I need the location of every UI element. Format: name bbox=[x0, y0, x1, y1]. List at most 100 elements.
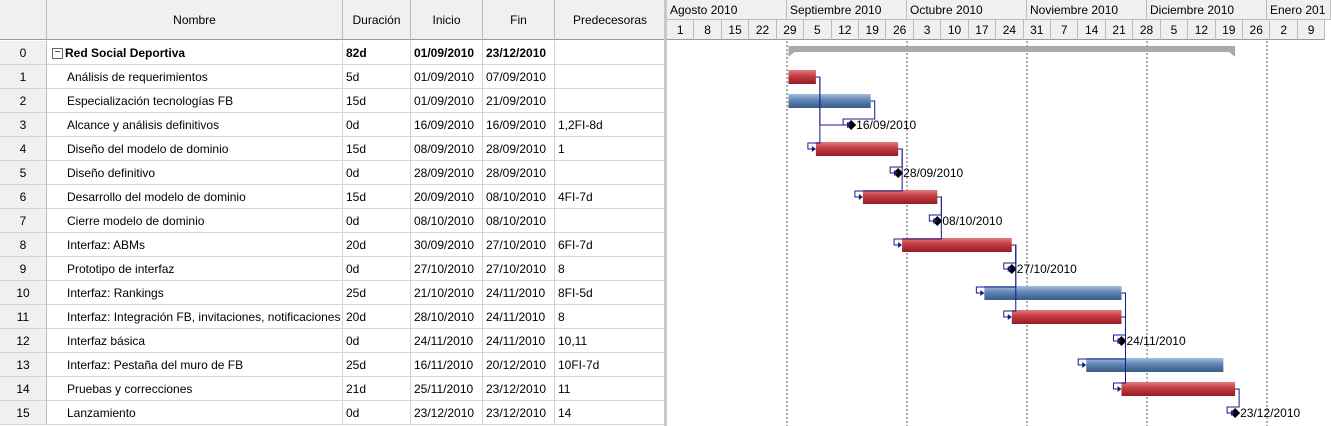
task-start[interactable]: 30/09/2010 bbox=[411, 233, 483, 257]
table-row[interactable]: 4 Diseño del modelo de dominio 15d 08/09/20… bbox=[0, 137, 666, 161]
task-predecessors[interactable] bbox=[555, 209, 666, 233]
task-end[interactable]: 24/11/2010 bbox=[483, 281, 555, 305]
task-name[interactable]: Pruebas y correcciones bbox=[47, 377, 343, 401]
task-end[interactable]: 28/09/2010 bbox=[483, 161, 555, 185]
task-start[interactable]: 27/10/2010 bbox=[411, 257, 483, 281]
task-name[interactable]: Interfaz: Pestaña del muro de FB bbox=[47, 353, 343, 377]
task-id[interactable]: 0 bbox=[0, 41, 47, 65]
column-header-predecesoras[interactable]: Predecesoras bbox=[555, 0, 666, 40]
task-end[interactable]: 24/11/2010 bbox=[483, 305, 555, 329]
task-predecessors[interactable] bbox=[555, 41, 666, 65]
column-header-duracion[interactable]: Duración bbox=[343, 0, 411, 40]
task-predecessors[interactable] bbox=[555, 161, 666, 185]
task-start[interactable]: 20/09/2010 bbox=[411, 185, 483, 209]
task-name[interactable]: Interfaz: Integración FB, invitaciones, … bbox=[47, 305, 343, 329]
table-row[interactable]: 14 Pruebas y correcciones 21d 25/11/2010 23/… bbox=[0, 377, 666, 401]
task-name[interactable]: Análisis de requerimientos bbox=[47, 65, 343, 89]
task-predecessors[interactable]: 11 bbox=[555, 377, 666, 401]
task-duration[interactable]: 0d bbox=[343, 401, 411, 425]
task-duration[interactable]: 25d bbox=[343, 353, 411, 377]
task-id[interactable]: 15 bbox=[0, 401, 47, 425]
task-start[interactable]: 24/11/2010 bbox=[411, 329, 483, 353]
task-start[interactable]: 16/11/2010 bbox=[411, 353, 483, 377]
task-start[interactable]: 01/09/2010 bbox=[411, 89, 483, 113]
table-row[interactable]: 10 Interfaz: Rankings 25d 21/10/2010 24/11/2… bbox=[0, 281, 666, 305]
task-duration[interactable]: 0d bbox=[343, 161, 411, 185]
column-header-inicio[interactable]: Inicio bbox=[411, 0, 483, 40]
task-duration[interactable]: 82d bbox=[343, 41, 411, 65]
task-duration[interactable]: 0d bbox=[343, 257, 411, 281]
table-row[interactable]: 5 Diseño definitivo 0d 28/09/2010 28/09/2010 bbox=[0, 161, 666, 185]
task-predecessors[interactable]: 8 bbox=[555, 305, 666, 329]
table-row[interactable]: 0− Red Social Deportiva 82d 01/09/2010 23/12… bbox=[0, 41, 666, 65]
task-duration[interactable]: 0d bbox=[343, 329, 411, 353]
task-duration[interactable]: 15d bbox=[343, 137, 411, 161]
task-name[interactable]: Desarrollo del modelo de dominio bbox=[47, 185, 343, 209]
task-name[interactable]: Diseño del modelo de dominio bbox=[47, 137, 343, 161]
task-name[interactable]: Alcance y análisis definitivos bbox=[47, 113, 343, 137]
task-id[interactable]: 9 bbox=[0, 257, 47, 281]
task-end[interactable]: 07/09/2010 bbox=[483, 65, 555, 89]
task-start[interactable]: 01/09/2010 bbox=[411, 41, 483, 65]
task-name[interactable]: Interfaz básica bbox=[47, 329, 343, 353]
task-id[interactable]: 14 bbox=[0, 377, 47, 401]
table-row[interactable]: 6 Desarrollo del modelo de dominio 15d 20/0… bbox=[0, 185, 666, 209]
task-duration[interactable]: 20d bbox=[343, 233, 411, 257]
task-end[interactable]: 21/09/2010 bbox=[483, 89, 555, 113]
task-start[interactable]: 28/09/2010 bbox=[411, 161, 483, 185]
table-row[interactable]: 7 Cierre modelo de dominio 0d 08/10/2010 08/… bbox=[0, 209, 666, 233]
task-name[interactable]: Diseño definitivo bbox=[47, 161, 343, 185]
task-predecessors[interactable]: 1,2FI-8d bbox=[555, 113, 666, 137]
task-id[interactable]: 6 bbox=[0, 185, 47, 209]
task-name[interactable]: Interfaz: ABMs bbox=[47, 233, 343, 257]
table-row[interactable]: 13 Interfaz: Pestaña del muro de FB 25d 16/… bbox=[0, 353, 666, 377]
task-predecessors[interactable] bbox=[555, 89, 666, 113]
task-start[interactable]: 08/10/2010 bbox=[411, 209, 483, 233]
table-row[interactable]: 11 Interfaz: Integración FB, invitaciones… bbox=[0, 305, 666, 329]
task-predecessors[interactable]: 14 bbox=[555, 401, 666, 425]
task-name[interactable]: Interfaz: Rankings bbox=[47, 281, 343, 305]
task-duration[interactable]: 0d bbox=[343, 113, 411, 137]
task-end[interactable]: 23/12/2010 bbox=[483, 377, 555, 401]
table-row[interactable]: 3 Alcance y análisis definitivos 0d 16/09/2… bbox=[0, 113, 666, 137]
task-id[interactable]: 12 bbox=[0, 329, 47, 353]
column-header-fin[interactable]: Fin bbox=[483, 0, 555, 40]
task-end[interactable]: 08/10/2010 bbox=[483, 185, 555, 209]
table-row[interactable]: 1 Análisis de requerimientos 5d 01/09/2010 0… bbox=[0, 65, 666, 89]
task-start[interactable]: 01/09/2010 bbox=[411, 65, 483, 89]
task-predecessors[interactable]: 10FI-7d bbox=[555, 353, 666, 377]
task-end[interactable]: 08/10/2010 bbox=[483, 209, 555, 233]
table-row[interactable]: 12 Interfaz básica 0d 24/11/2010 24/11/2010 1… bbox=[0, 329, 666, 353]
task-duration[interactable]: 15d bbox=[343, 89, 411, 113]
task-end[interactable]: 24/11/2010 bbox=[483, 329, 555, 353]
task-end[interactable]: 16/09/2010 bbox=[483, 113, 555, 137]
task-start[interactable]: 25/11/2010 bbox=[411, 377, 483, 401]
task-start[interactable]: 08/09/2010 bbox=[411, 137, 483, 161]
task-end[interactable]: 27/10/2010 bbox=[483, 257, 555, 281]
collapse-toggle-icon[interactable]: − bbox=[52, 48, 63, 60]
task-id[interactable]: 13 bbox=[0, 353, 47, 377]
task-id[interactable]: 10 bbox=[0, 281, 47, 305]
table-row[interactable]: 15 Lanzamiento 0d 23/12/2010 23/12/2010 14 bbox=[0, 401, 666, 425]
task-id[interactable]: 4 bbox=[0, 137, 47, 161]
task-id[interactable]: 5 bbox=[0, 161, 47, 185]
task-predecessors[interactable]: 8 bbox=[555, 257, 666, 281]
task-predecessors[interactable]: 4FI-7d bbox=[555, 185, 666, 209]
task-start[interactable]: 21/10/2010 bbox=[411, 281, 483, 305]
task-predecessors[interactable]: 1 bbox=[555, 137, 666, 161]
task-name[interactable]: Cierre modelo de dominio bbox=[47, 209, 343, 233]
task-duration[interactable]: 25d bbox=[343, 281, 411, 305]
task-end[interactable]: 28/09/2010 bbox=[483, 137, 555, 161]
task-start[interactable]: 28/10/2010 bbox=[411, 305, 483, 329]
task-id[interactable]: 11 bbox=[0, 305, 47, 329]
table-row[interactable]: 9 Prototipo de interfaz 0d 27/10/2010 27/10/… bbox=[0, 257, 666, 281]
task-id[interactable]: 3 bbox=[0, 113, 47, 137]
table-row[interactable]: 2 Especialización tecnologías FB 15d 01/09/… bbox=[0, 89, 666, 113]
task-id[interactable]: 7 bbox=[0, 209, 47, 233]
task-duration[interactable]: 0d bbox=[343, 209, 411, 233]
task-id[interactable]: 1 bbox=[0, 65, 47, 89]
task-predecessors[interactable] bbox=[555, 65, 666, 89]
task-start[interactable]: 23/12/2010 bbox=[411, 401, 483, 425]
row-number-header[interactable] bbox=[0, 0, 47, 40]
task-name[interactable]: Prototipo de interfaz bbox=[47, 257, 343, 281]
